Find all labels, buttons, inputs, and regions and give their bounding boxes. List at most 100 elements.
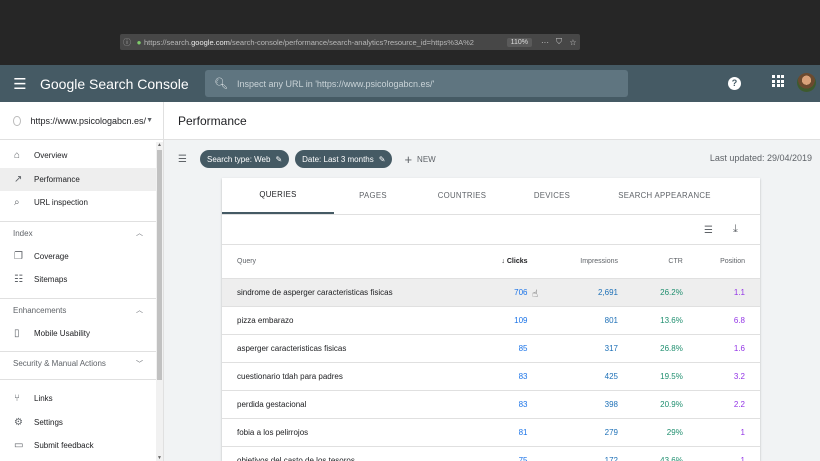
- sidebar-item-settings[interactable]: ⚙ Settings: [0, 411, 163, 435]
- table-row[interactable]: objetivos del casto de los tesoros 75 172 4…: [222, 446, 760, 461]
- sidebar-item-coverage[interactable]: ❐ Coverage: [0, 245, 163, 269]
- menu-icon[interactable]: ☰: [0, 75, 40, 93]
- chevron-up-icon[interactable]: ︿: [136, 305, 143, 315]
- tab-countries[interactable]: COUNTRIES: [412, 177, 512, 214]
- filter-chip-search-type[interactable]: Search type: Web ✎: [200, 150, 290, 168]
- cell-position: 1.6: [682, 334, 760, 363]
- col-impressions[interactable]: Impressions: [527, 245, 619, 279]
- cell-ctr: 26.8%: [618, 334, 683, 363]
- download-icon[interactable]: ⤓: [733, 223, 738, 236]
- new-filter-button[interactable]: + NEW: [404, 152, 435, 167]
- cell-query: sindrome de asperger caracteristicas fis…: [222, 278, 459, 307]
- help-icon[interactable]: ?: [728, 77, 741, 90]
- cell-clicks: 109: [458, 306, 528, 335]
- col-query[interactable]: Query: [222, 245, 459, 279]
- filter-bar: ☰ Search type: Web ✎ Date: Last 3 months ✎…: [164, 140, 820, 178]
- sidebar-item-links[interactable]: ⑂ Links: [0, 387, 163, 411]
- cell-position: 3.2: [682, 362, 760, 391]
- filter-icon[interactable]: ☰: [178, 154, 200, 165]
- tab-search-appearance[interactable]: SEARCH APPEARANCE: [592, 177, 737, 214]
- scroll-up-icon[interactable]: ▲: [156, 142, 163, 148]
- page-title: Performance: [178, 114, 247, 128]
- table-row[interactable]: fobia a los pelirrojos 81 279 29% 1: [222, 418, 760, 447]
- cell-clicks: 83: [458, 362, 528, 391]
- cell-position: 6.8: [682, 306, 760, 335]
- caret-down-icon[interactable]: ▼: [146, 117, 153, 124]
- bookmark-star-icon[interactable]: ☆: [566, 38, 580, 47]
- sidebar-item-url-inspection[interactable]: ⌕ URL inspection: [0, 191, 163, 215]
- property-url: https://www.psicologabcn.es/: [30, 115, 147, 126]
- tab-queries[interactable]: QUERIES: [222, 177, 334, 214]
- chevron-down-icon[interactable]: ﹀: [136, 359, 143, 369]
- sidebar-item-sitemaps[interactable]: ☷ Sitemaps: [0, 268, 163, 292]
- cell-query: fobia a los pelirrojos: [222, 418, 459, 447]
- cell-position: 1.1: [682, 278, 760, 307]
- lock-icon: ●: [136, 37, 142, 47]
- col-clicks[interactable]: ↓ Clicks: [458, 245, 528, 279]
- table-row[interactable]: sindrome de asperger caracteristicas fis…: [222, 278, 760, 307]
- tab-devices[interactable]: DEVICES: [512, 177, 592, 214]
- cell-impressions: 172: [527, 446, 619, 461]
- search-icon: ⌕: [14, 197, 20, 209]
- cell-query: objetivos del casto de los tesoros: [222, 446, 459, 461]
- copy-icon: ❐: [14, 250, 23, 262]
- results-card: QUERIES PAGES COUNTRIES DEVICES SEARCH A…: [222, 178, 760, 461]
- sitemap-icon: ☷: [14, 274, 23, 286]
- table-header-row: Query ↓ Clicks Impressions CTR Position: [222, 245, 760, 279]
- table-row[interactable]: perdida gestacional 83 398 20.9% 2.2: [222, 390, 760, 419]
- cell-ctr: 26.2%: [618, 278, 683, 307]
- edit-icon[interactable]: ✎: [379, 155, 386, 164]
- sidebar-item-feedback[interactable]: ▭ Submit feedback: [0, 434, 163, 458]
- scroll-thumb[interactable]: [157, 150, 162, 380]
- filter-rows-icon[interactable]: ☰: [704, 225, 713, 236]
- cell-position: 1: [682, 418, 760, 447]
- info-icon[interactable]: ⓘ: [120, 37, 134, 48]
- feedback-icon: ▭: [14, 440, 24, 452]
- cell-query: asperger caracteristicas fisicas: [222, 334, 459, 363]
- cell-query: pizza embarazo: [222, 306, 459, 335]
- trend-icon: ↗: [14, 173, 23, 185]
- scroll-down-icon[interactable]: ▼: [156, 455, 163, 461]
- cell-ctr: 43.6%: [618, 446, 683, 461]
- site-favicon-icon: [13, 115, 21, 126]
- section-security[interactable]: Security & Manual Actions ﹀: [0, 351, 163, 375]
- cell-position: 1: [682, 446, 760, 461]
- filter-chip-date[interactable]: Date: Last 3 months ✎: [295, 150, 393, 168]
- col-position[interactable]: Position: [682, 245, 760, 279]
- home-icon: ⌂: [14, 150, 21, 162]
- tab-pages[interactable]: PAGES: [334, 177, 412, 214]
- zoom-level[interactable]: 110%: [506, 37, 532, 47]
- cell-ctr: 29%: [618, 418, 683, 447]
- avatar[interactable]: [797, 73, 816, 92]
- phone-icon: ▯: [14, 327, 20, 339]
- edit-icon[interactable]: ✎: [275, 155, 282, 164]
- cell-ctr: 20.9%: [618, 390, 683, 419]
- sidebar-scrollbar[interactable]: ▲ ▼: [156, 142, 163, 461]
- address-bar[interactable]: ⓘ ● https://search.google.com/search-con…: [120, 34, 580, 50]
- cell-clicks: 83: [458, 390, 528, 419]
- url-text[interactable]: https://search.google.com/search-console…: [144, 38, 507, 47]
- chevron-up-icon[interactable]: ︿: [136, 228, 143, 238]
- sidebar-item-overview[interactable]: ⌂ Overview: [0, 144, 163, 168]
- url-inspect-search[interactable]: 🔍︎ Inspect any URL in 'https://www.psico…: [205, 70, 628, 97]
- app-header: ☰ Google Search Console 🔍︎ Inspect any U…: [0, 65, 820, 102]
- table-row[interactable]: pizza embarazo 109 801 13.6% 6.8: [222, 306, 760, 335]
- search-icon: 🔍︎: [214, 78, 228, 90]
- sidebar-item-mobile-usability[interactable]: ▯ Mobile Usability: [0, 322, 163, 346]
- table-row[interactable]: cuestionario tdah para padres 83 425 19.5% 3…: [222, 362, 760, 391]
- cell-clicks: 706: [458, 278, 528, 307]
- property-selector[interactable]: https://www.psicologabcn.es/ ▼: [0, 102, 163, 140]
- gear-icon: ⚙: [14, 416, 23, 428]
- product-logo[interactable]: Google Search Console: [40, 76, 205, 92]
- more-icon[interactable]: ···: [538, 38, 552, 47]
- pocket-icon[interactable]: ⛉: [552, 37, 566, 47]
- links-icon: ⑂: [14, 393, 20, 405]
- section-enhancements[interactable]: Enhancements ︿: [0, 297, 163, 322]
- cell-query: perdida gestacional: [222, 390, 459, 419]
- section-index[interactable]: Index ︿: [0, 220, 163, 245]
- sidebar-item-performance[interactable]: ↗ Performance: [0, 167, 163, 191]
- col-ctr[interactable]: CTR: [618, 245, 683, 279]
- table-row[interactable]: asperger caracteristicas fisicas 85 317 26.…: [222, 334, 760, 363]
- search-input[interactable]: Inspect any URL in 'https://www.psicolog…: [237, 79, 434, 89]
- apps-grid-icon[interactable]: [772, 75, 784, 87]
